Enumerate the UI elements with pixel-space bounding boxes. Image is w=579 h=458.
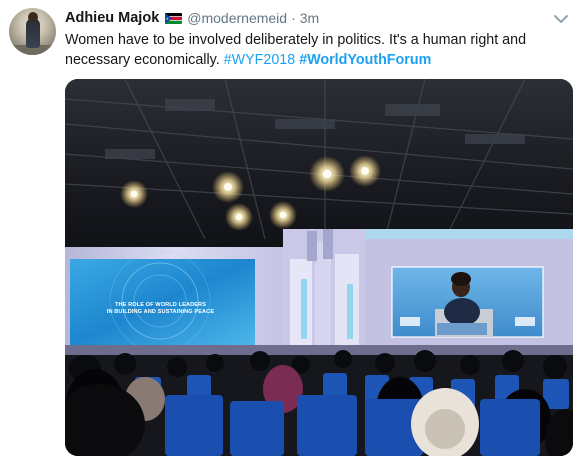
timestamp[interactable]: 3m — [300, 10, 319, 26]
hashtag-wyf2018[interactable]: #WYF2018 — [224, 52, 296, 68]
tweet-photo[interactable]: THE ROLE OF WORLD LEADERS IN BUILDING AN… — [65, 79, 573, 456]
stage-screen-caption-line-1: THE ROLE OF WORLD LEADERS — [114, 302, 207, 308]
tweet-card[interactable]: Adhieu Majok @modernemeid · 3m Women hav… — [0, 0, 579, 458]
avatar-head — [28, 12, 38, 22]
author-handle[interactable]: @modernemeid — [187, 10, 287, 26]
avatar-figure — [26, 18, 40, 48]
author-name[interactable]: Adhieu Majok — [65, 10, 159, 26]
hashtag-worldyouthforum[interactable]: #WorldYouthForum — [299, 52, 431, 68]
stage-screen-caption-line-2: IN BUILDING AND SUSTAINING PEACE — [106, 309, 215, 315]
south-sudan-flag-icon — [165, 12, 183, 24]
conference-hall-photo — [65, 79, 573, 456]
tweet-text: Women have to be involved deliberately i… — [65, 30, 565, 70]
avatar[interactable] — [9, 8, 56, 55]
stage-screen-caption: THE ROLE OF WORLD LEADERS IN BUILDING AN… — [98, 302, 223, 316]
tweet-text-line-1: Women have to be involved deliberately i… — [65, 32, 527, 48]
tweet-text-line-2: necessary economically. #WYF2018 #WorldY… — [65, 50, 565, 70]
tweet-text-line-2-body: necessary economically. — [65, 52, 220, 68]
separator-dot: · — [291, 10, 296, 26]
tweet-header: Adhieu Majok @modernemeid · 3m — [65, 8, 319, 28]
chevron-down-icon[interactable] — [554, 11, 568, 23]
